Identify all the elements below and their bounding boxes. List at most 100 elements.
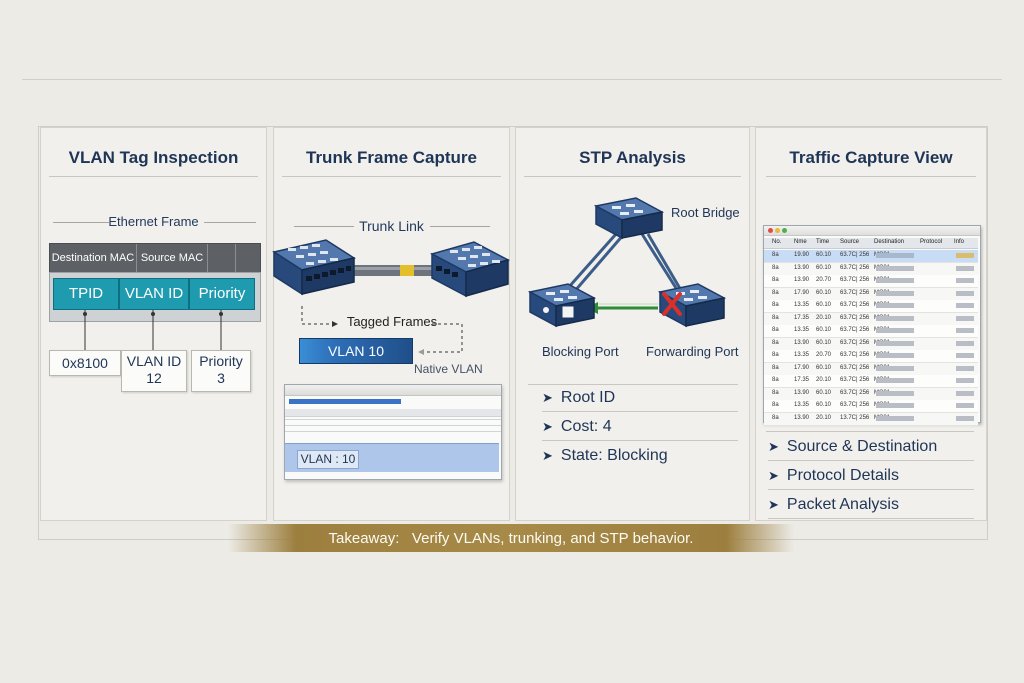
packet-row[interactable]: 8a13.9020.1013.7C| 256MC01 [764, 412, 978, 426]
stp-links [566, 233, 684, 293]
packet-row[interactable]: 8a13.3520.7063.7C| 256MC01 [764, 350, 978, 363]
panel-stp-analysis: STP Analysis Root Bridge Blocking Port F… [515, 127, 750, 521]
stp-detail-label: Cost: 4 [560, 418, 612, 435]
maximize-icon[interactable] [782, 228, 787, 233]
packet-cell: 17.90 [794, 364, 810, 371]
packet-capture-window: No. Nme Time Source Destination Protocol Info 8… [763, 225, 981, 426]
vlan-id-value-label: VLAN ID [126, 353, 182, 369]
chevron-right-icon: ➤ [768, 439, 779, 454]
packet-row[interactable]: 8a13.3560.1063.7C| 256MC01 [764, 325, 978, 338]
capture-highlight-row: VLAN : 10 [285, 443, 499, 472]
column-header: No. [772, 239, 782, 245]
packet-row[interactable]: 8a13.3560.1063.7C| 256MC01 [764, 300, 978, 313]
packet-table-header: No. Nme Time Source Destination Protocol Info [764, 238, 978, 249]
vlan-10-tag-label: VLAN 10 [327, 343, 385, 359]
traffic-detail-label: Packet Analysis [786, 496, 899, 513]
destination-placeholder-bar [876, 315, 914, 321]
top-rule [22, 79, 1002, 80]
arrow-icon [332, 321, 338, 327]
destination-placeholder-bar [876, 365, 914, 371]
packet-cell: 20.10 [816, 414, 832, 421]
vlan-id-value: 12 [146, 370, 162, 386]
arrow-icon [418, 349, 424, 355]
info-placeholder-bar [956, 253, 974, 258]
packet-cell: 60.10 [816, 327, 832, 333]
packet-cell: 63.7C| 256 [840, 289, 870, 296]
packet-cell: 63.7C| 256 [840, 264, 870, 271]
switch-icon [272, 239, 356, 296]
packet-cell: 8a [772, 302, 779, 308]
close-icon[interactable] [768, 228, 773, 233]
info-placeholder-bar [956, 315, 974, 321]
packet-row[interactable]: 8a13.9020.7063.7C| 256MC01 [764, 275, 978, 288]
info-placeholder-bar [956, 340, 974, 346]
packet-row[interactable]: 8a17.9060.1063.7C| 256MC01 [764, 362, 978, 376]
column-header: Destination [874, 239, 905, 245]
packet-cell: 17.90 [794, 289, 810, 296]
stp-detail-label: Root ID [560, 389, 616, 406]
native-vlan-label: Native VLAN [414, 362, 483, 376]
stp-detail-cost: ➤ Cost: 4 [542, 414, 738, 441]
details-top-rule [766, 431, 974, 432]
packet-cell: 13.90 [794, 264, 810, 271]
destination-placeholder-bar [876, 390, 914, 396]
packet-cell: 63.7C| 256 [840, 352, 870, 358]
packet-cell: 60.10 [816, 389, 832, 396]
packet-cell: 63.7C| 256 [840, 402, 870, 408]
destination-placeholder-bar [876, 290, 914, 296]
packet-cell: 8a [772, 364, 779, 371]
chevron-right-icon: ➤ [768, 497, 779, 512]
chevron-right-icon: ➤ [768, 468, 779, 483]
minimize-icon[interactable] [775, 228, 780, 233]
traffic-detail-label: Protocol Details [786, 467, 899, 484]
forwarding-port-label: Forwarding Port [646, 344, 739, 359]
packet-cell: 63.7C| 256 [840, 314, 870, 321]
destination-placeholder-bar [876, 253, 914, 258]
takeaway-banner: Takeaway: Verify VLANs, trunking, and ST… [228, 524, 794, 552]
chevron-right-icon: ➤ [542, 390, 553, 405]
info-placeholder-bar [956, 390, 974, 396]
info-placeholder-bar [956, 403, 974, 408]
packet-cell: 19.90 [794, 252, 810, 258]
vlan-10-tag: VLAN 10 [299, 338, 413, 364]
packet-row[interactable]: 8a13.9060.1063.7C| 256MC01 [764, 337, 978, 351]
root-bridge-switch-icon [593, 197, 665, 240]
info-placeholder-bar [956, 265, 974, 271]
packet-cell: 13.35 [794, 402, 810, 408]
packet-cell: 8a [772, 314, 779, 321]
packet-cell: 60.10 [816, 302, 832, 308]
chevron-right-icon: ➤ [542, 448, 553, 463]
traffic-detail-protocol: ➤ Protocol Details [768, 463, 974, 490]
takeaway-prefix: Takeaway: [328, 529, 400, 547]
info-placeholder-bar [956, 328, 974, 333]
packet-row[interactable]: 8a19.9060.1063.7C| 256MC01 [764, 250, 978, 263]
tpid-value: 0x8100 [49, 350, 121, 376]
info-placeholder-bar [956, 378, 974, 383]
packet-cell: 63.7C| 256 [840, 389, 870, 396]
packet-row[interactable]: 8a17.9060.1063.7C| 256MC01 [764, 287, 978, 301]
packet-row[interactable]: 8a17.3520.1063.7C| 256MC01 [764, 375, 978, 388]
stp-detail-label: State: Blocking [560, 447, 668, 464]
column-header: Time [816, 239, 830, 245]
destination-placeholder-bar [876, 303, 914, 308]
packet-row[interactable]: 8a13.3560.1063.7C| 256MC01 [764, 400, 978, 413]
packet-cell: 13.35 [794, 352, 810, 358]
panel-trunk-frame-capture: Trunk Frame Capture Trunk Link Tagged Fr… [272, 127, 510, 521]
packet-cell: 63.7C| 256 [840, 277, 870, 283]
packet-cell: 60.10 [816, 289, 832, 296]
capture-header-row [285, 409, 501, 417]
packet-row[interactable]: 8a17.3520.1063.7C| 256MC01 [764, 312, 978, 326]
packet-cell: 13.90 [794, 339, 810, 346]
traffic-detail-source-destination: ➤ Source & Destination [768, 434, 974, 461]
root-bridge-label: Root Bridge [671, 205, 740, 220]
packet-cell: 8a [772, 352, 779, 358]
destination-placeholder-bar [876, 328, 914, 333]
info-placeholder-bar [956, 290, 974, 296]
vlan-id-value-box: VLAN ID 12 [121, 350, 187, 392]
field-connectors [83, 310, 223, 350]
packet-row[interactable]: 8a13.9060.1063.7C| 256MC01 [764, 387, 978, 401]
packet-cell: 60.10 [816, 339, 832, 346]
capture-toolbar [285, 385, 501, 396]
panel-vlan-tag-inspection: VLAN Tag Inspection Ethernet Frame Desti… [40, 127, 267, 521]
packet-row[interactable]: 8a13.9060.1063.7C| 256MC01 [764, 262, 978, 276]
